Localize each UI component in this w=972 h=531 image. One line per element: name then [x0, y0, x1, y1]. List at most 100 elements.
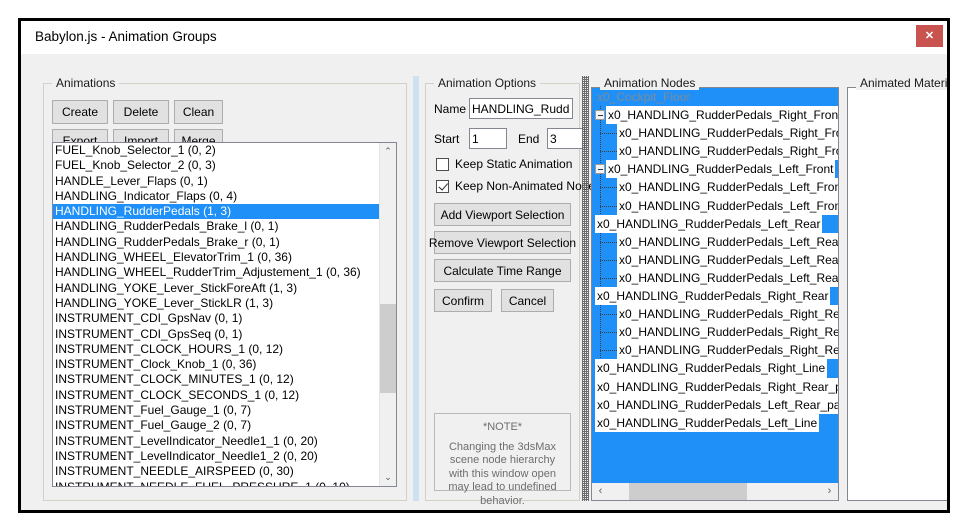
list-item[interactable]: INSTRUMENT_CLOCK_SECONDS_1 (0, 12) — [53, 388, 379, 403]
add-viewport-selection-button[interactable]: Add Viewport Selection — [434, 203, 571, 226]
keep-static-animation-label: Keep Static Animation — [455, 157, 572, 171]
name-input[interactable] — [469, 98, 573, 119]
list-item[interactable]: INSTRUMENT_Clock_Knob_1 (0, 36) — [53, 357, 379, 372]
calculate-time-range-button[interactable]: Calculate Time Range — [434, 259, 571, 282]
tree-node-row[interactable]: x0_HANDLING_RudderPedals_Right_Front — [592, 106, 838, 124]
keep-static-animation-checkbox[interactable] — [436, 158, 449, 171]
tree-node-row[interactable]: x0_HANDLING_RudderPedals_Right_Rear_C — [592, 341, 838, 359]
scrollbar-thumb[interactable] — [380, 304, 396, 393]
tree-node-row[interactable]: x0_HANDLING_RudderPedals_Left_Rear_par — [592, 233, 838, 251]
keep-non-animated-node-label: Keep Non-Animated Node — [455, 179, 595, 193]
keep-non-animated-node-checkbox-row[interactable]: Keep Non-Animated Node — [436, 179, 595, 193]
list-item[interactable]: INSTRUMENT_NEEDLE_FUEL_PRESSURE_1 (0, 10… — [53, 480, 379, 486]
tree-connector-elbow — [600, 206, 617, 207]
close-button[interactable]: ✕ — [916, 25, 943, 47]
tree-node-label: x0_HANDLING_RudderPedals_Right_Rear_part… — [595, 378, 838, 396]
list-item[interactable]: INSTRUMENT_Fuel_Gauge_2 (0, 7) — [53, 418, 379, 433]
animated-materials-list[interactable] — [847, 87, 950, 501]
tree-node-row[interactable]: x0_HANDLING_RudderPedals_Left_Front — [592, 160, 838, 178]
delete-button[interactable]: Delete — [113, 100, 169, 124]
animation-nodes-tree[interactable]: x0_Cockpit_Floorx0_HANDLING_RudderPedals… — [592, 88, 838, 483]
confirm-button[interactable]: Confirm — [434, 289, 492, 312]
tree-node-row[interactable]: x0_HANDLING_RudderPedals_Left_Rear_part_… — [592, 396, 838, 414]
tree-node-row[interactable]: x0_HANDLING_RudderPedals_Left_Front — [592, 178, 838, 196]
tree-connector-elbow — [600, 187, 617, 188]
scroll-down-arrow-icon[interactable]: ⌄ — [380, 469, 396, 486]
tree-node-label: x0_HANDLING_RudderPedals_Left_Rear_Ca — [617, 269, 838, 287]
tree-node-label: x0_HANDLING_RudderPedals_Right_Rear — [595, 287, 830, 305]
tree-node-row[interactable]: x0_HANDLING_RudderPedals_Left_Front — [592, 197, 838, 215]
list-item[interactable]: HANDLE_Lever_Flaps (0, 1) — [53, 174, 379, 189]
tree-node-row[interactable]: x0_HANDLING_RudderPedals_Right_Rear_p — [592, 305, 838, 323]
tree-node-label: x0_HANDLING_RudderPedals_Right_Front — [606, 106, 838, 124]
tree-connector-elbow — [600, 350, 617, 351]
list-item[interactable]: HANDLING_YOKE_Lever_StickLR (1, 3) — [53, 296, 379, 311]
tree-connector-elbow — [600, 332, 617, 333]
note-box: *NOTE* Changing the 3dsMax scene node hi… — [434, 413, 571, 491]
start-label: Start — [434, 132, 459, 146]
create-button[interactable]: Create — [52, 100, 108, 124]
scroll-right-arrow-icon[interactable]: › — [821, 483, 838, 500]
client-area: Animations Create Delete Clean Export Im… — [21, 54, 947, 510]
tree-node-label: x0_HANDLING_RudderPedals_Right_Line — [595, 359, 827, 377]
tree-node-row[interactable]: x0_HANDLING_RudderPedals_Right_Rear_part… — [592, 378, 838, 396]
tree-node-row[interactable]: x0_HANDLING_RudderPedals_Right_Fron — [592, 124, 838, 142]
list-item[interactable]: INSTRUMENT_CLOCK_HOURS_1 (0, 12) — [53, 342, 379, 357]
list-item[interactable]: HANDLING_Indicator_Flaps (0, 4) — [53, 189, 379, 204]
cancel-button[interactable]: Cancel — [501, 289, 554, 312]
tree-horizontal-scrollbar[interactable]: ‹ › — [592, 483, 838, 500]
list-item[interactable]: HANDLING_RudderPedals (1, 3) — [53, 204, 379, 219]
tree-node-row[interactable]: x0_HANDLING_RudderPedals_Right_Line — [592, 359, 838, 377]
list-item[interactable]: HANDLING_WHEEL_RudderTrim_Adjustement_1 … — [53, 265, 379, 280]
list-item[interactable]: FUEL_Knob_Selector_2 (0, 3) — [53, 158, 379, 173]
tree-node-row[interactable]: x0_HANDLING_RudderPedals_Right_Rear_C — [592, 323, 838, 341]
keep-non-animated-node-checkbox[interactable] — [436, 180, 449, 193]
animations-list-vertical-scrollbar[interactable]: ⌃ ⌄ — [379, 143, 396, 486]
list-item[interactable]: INSTRUMENT_LevelIndicator_Needle1_2 (0, … — [53, 449, 379, 464]
list-item[interactable]: INSTRUMENT_Fuel_Gauge_1 (0, 7) — [53, 403, 379, 418]
list-item[interactable]: HANDLING_RudderPedals_Brake_r (0, 1) — [53, 235, 379, 250]
tree-node-label: x0_HANDLING_RudderPedals_Left_Front — [617, 197, 838, 215]
tree-connector-elbow — [600, 260, 617, 261]
clean-button[interactable]: Clean — [174, 100, 223, 124]
list-item[interactable]: HANDLING_RudderPedals_Brake_l (0, 1) — [53, 219, 379, 234]
keep-static-animation-checkbox-row[interactable]: Keep Static Animation — [436, 157, 572, 171]
animation-nodes-tree-container: x0_Cockpit_Floorx0_HANDLING_RudderPedals… — [591, 87, 839, 501]
animation-options-groupbox: Animation Options Name Start End Keep St… — [425, 76, 580, 501]
end-input[interactable] — [547, 128, 585, 149]
splitter-left[interactable] — [413, 76, 419, 501]
tree-collapse-icon[interactable] — [595, 110, 605, 120]
tree-node-row[interactable]: x0_HANDLING_RudderPedals_Right_Rear — [592, 287, 838, 305]
list-item[interactable]: INSTRUMENT_CLOCK_MINUTES_1 (0, 12) — [53, 372, 379, 387]
tree-node-row[interactable]: x0_HANDLING_RudderPedals_Left_Rear_Ca — [592, 251, 838, 269]
tree-node-row[interactable]: x0_Cockpit_Floor — [592, 88, 838, 106]
note-body: Changing the 3dsMax scene node hierarchy… — [440, 441, 565, 509]
scroll-left-arrow-icon[interactable]: ‹ — [592, 483, 609, 500]
tree-node-label: x0_HANDLING_RudderPedals_Right_Rear_p — [617, 305, 838, 323]
tree-node-label: x0_HANDLING_RudderPedals_Right_Fron — [617, 124, 838, 142]
list-item[interactable]: INSTRUMENT_NEEDLE_AIRSPEED (0, 30) — [53, 464, 379, 479]
remove-viewport-selection-button[interactable]: Remove Viewport Selection — [434, 231, 571, 254]
end-label: End — [518, 132, 539, 146]
scroll-up-arrow-icon[interactable]: ⌃ — [380, 143, 396, 160]
start-input[interactable] — [469, 128, 507, 149]
tree-connector-elbow — [600, 314, 617, 315]
tree-node-label: x0_HANDLING_RudderPedals_Right_Rear_C — [617, 341, 838, 359]
note-title: *NOTE* — [440, 421, 565, 435]
scrollbar-thumb[interactable] — [629, 483, 747, 500]
animated-materials-groupbox: Animated Materials — [847, 76, 950, 501]
list-item[interactable]: HANDLING_YOKE_Lever_StickForeAft (1, 3) — [53, 281, 379, 296]
splitter-right[interactable] — [582, 76, 589, 501]
tree-node-row[interactable]: x0_HANDLING_RudderPedals_Left_Rear_Ca — [592, 269, 838, 287]
tree-node-row[interactable]: x0_HANDLING_RudderPedals_Right_Fron — [592, 142, 838, 160]
tree-node-row[interactable]: x0_HANDLING_RudderPedals_Left_Rear — [592, 215, 838, 233]
list-item[interactable]: INSTRUMENT_CDI_GpsNav (0, 1) — [53, 311, 379, 326]
list-item[interactable]: FUEL_Knob_Selector_1 (0, 2) — [53, 143, 379, 158]
tree-node-row[interactable]: x0_HANDLING_RudderPedals_Left_Line — [592, 414, 838, 432]
list-item[interactable]: INSTRUMENT_CDI_GpsSeq (0, 1) — [53, 327, 379, 342]
tree-collapse-icon[interactable] — [595, 164, 605, 174]
animations-list[interactable]: FUEL_Knob_Selector_1 (0, 2)FUEL_Knob_Sel… — [53, 143, 379, 486]
tree-node-label: x0_HANDLING_RudderPedals_Right_Rear_C — [617, 323, 838, 341]
list-item[interactable]: INSTRUMENT_LevelIndicator_Needle1_1 (0, … — [53, 434, 379, 449]
list-item[interactable]: HANDLING_WHEEL_ElevatorTrim_1 (0, 36) — [53, 250, 379, 265]
